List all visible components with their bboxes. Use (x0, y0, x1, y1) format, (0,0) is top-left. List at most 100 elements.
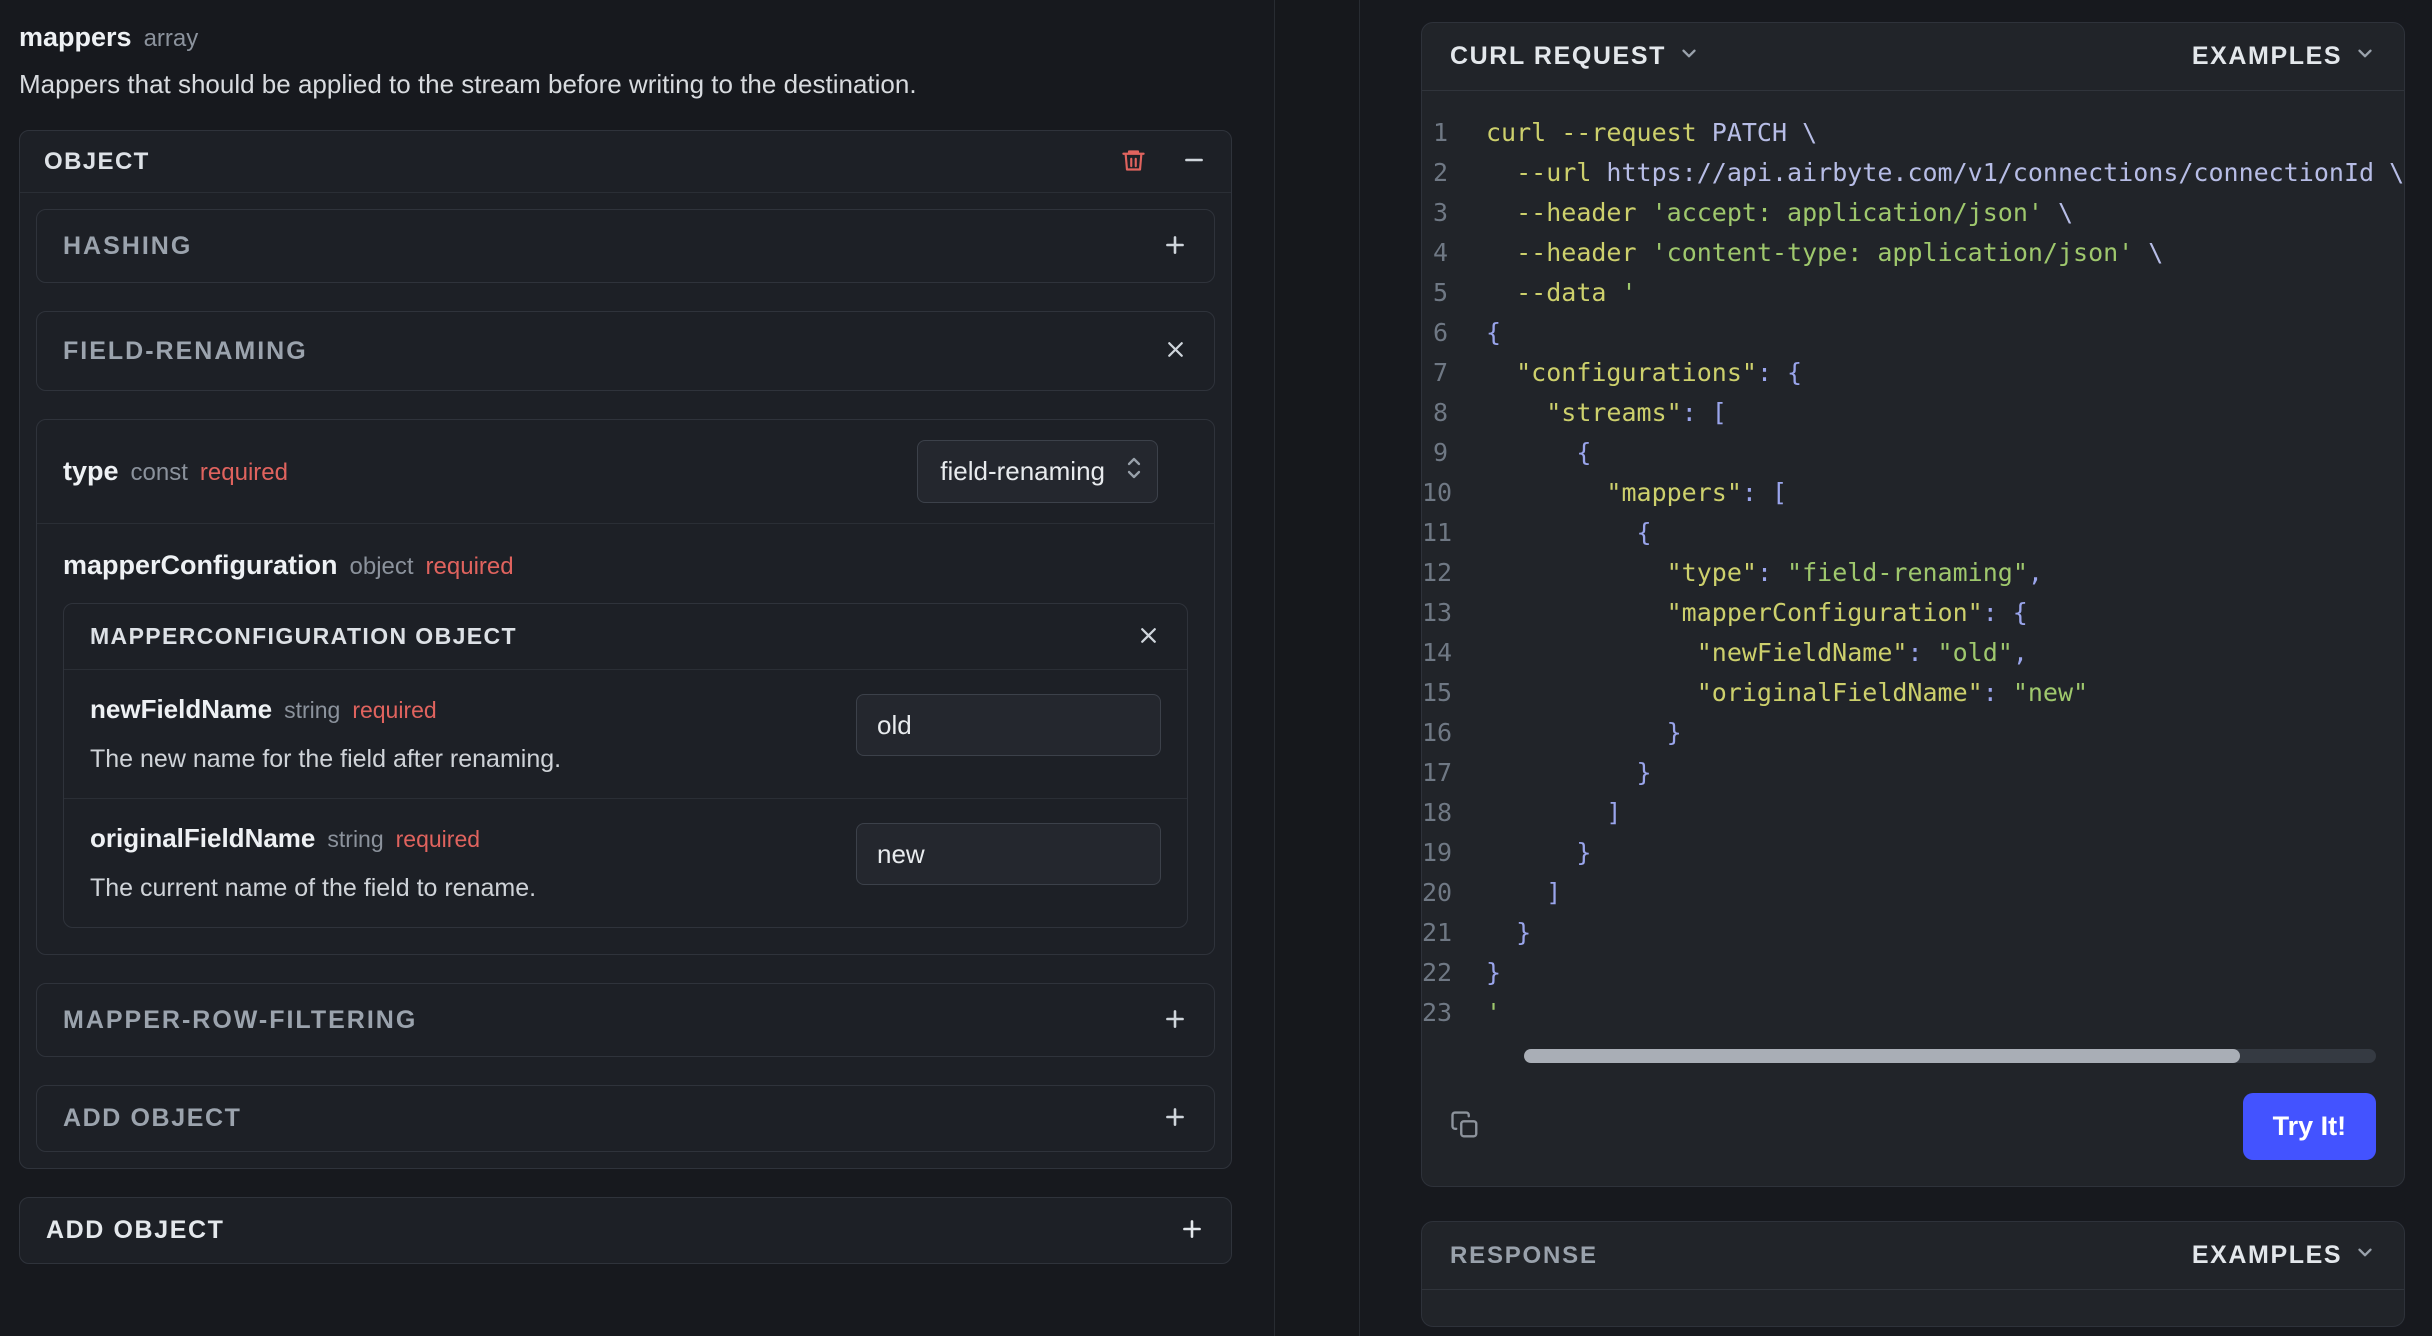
schema-panel: mappers array Mappers that should be app… (0, 0, 1275, 1336)
add-object-inner-button[interactable] (1162, 1104, 1188, 1133)
chevron-down-icon (2354, 42, 2376, 71)
line-number: 21 (1422, 918, 1453, 947)
code-line-content: ] (1606, 798, 1622, 827)
line-number: 8 (1432, 398, 1448, 427)
newfieldname-field-info: newFieldName string required The new nam… (90, 694, 561, 774)
line-number: 10 (1422, 478, 1453, 507)
mapperconfiguration-card: MAPPERCONFIGURATION OBJECT newFieldName … (63, 603, 1188, 928)
code-line-content: "configurations": { (1516, 358, 1803, 387)
hashing-section[interactable]: HASHING (36, 209, 1215, 283)
page: mappers array Mappers that should be app… (0, 0, 2432, 1336)
field-renaming-header[interactable]: FIELD-RENAMING (36, 311, 1215, 391)
expand-hashing-button[interactable] (1162, 232, 1188, 261)
close-icon (1163, 337, 1188, 365)
line-number: 12 (1422, 558, 1453, 587)
code-line: 16 } (1422, 713, 2404, 753)
type-field-kind: const (130, 459, 188, 486)
code-line: 15 "originalFieldName": "new" (1422, 673, 2404, 713)
examples-dropdown[interactable]: EXAMPLES (2192, 42, 2376, 71)
add-object-inner[interactable]: ADD OBJECT (36, 1085, 1215, 1152)
type-field-row: type const required field-renaming (37, 420, 1214, 524)
request-column: CURL REQUEST EXAMPLES 1 curl --request PA… (1360, 0, 2432, 1336)
add-object-outer[interactable]: ADD OBJECT (19, 1197, 1232, 1264)
copy-code-button[interactable] (1450, 1110, 1480, 1143)
originalfieldname-field-info: originalFieldName string required The cu… (90, 823, 536, 903)
code-line-content: curl --request PATCH \ (1486, 118, 1818, 147)
collapse-object-button[interactable] (1181, 147, 1207, 176)
field-renaming-title: FIELD-RENAMING (63, 336, 308, 365)
copy-icon (1450, 1110, 1480, 1143)
response-panel: RESPONSE EXAMPLES (1421, 1221, 2406, 1327)
close-mapperconfiguration-button[interactable] (1136, 623, 1161, 651)
code-footer: Try It! (1422, 1073, 2404, 1186)
field-type-badge: array (143, 25, 199, 52)
code-line-content: --header 'content-type: application/json… (1516, 238, 2164, 267)
code-line-content: } (1516, 918, 1532, 947)
code-line: 19 } (1422, 833, 2404, 873)
scrollbar-thumb[interactable] (1524, 1049, 2240, 1063)
code-line-content: "streams": [ (1546, 398, 1727, 427)
mapperconfiguration-card-title: MAPPERCONFIGURATION OBJECT (90, 623, 517, 649)
code-line-content: } (1576, 838, 1592, 867)
response-examples-dropdown[interactable]: EXAMPLES (2192, 1241, 2376, 1270)
plus-icon (1162, 232, 1188, 261)
mapper-row-filtering-section[interactable]: MAPPER-ROW-FILTERING (36, 983, 1215, 1057)
add-object-outer-button[interactable] (1179, 1216, 1205, 1245)
response-title: RESPONSE (1450, 1241, 1598, 1269)
curl-request-title: CURL REQUEST (1450, 42, 1666, 70)
code-line-content: { (1486, 318, 1502, 347)
originalfieldname-field-row: originalFieldName string required The cu… (64, 798, 1187, 927)
code-line: 17 } (1422, 753, 2404, 793)
curl-request-dropdown[interactable]: CURL REQUEST (1450, 42, 1700, 71)
type-select[interactable]: field-renaming (917, 440, 1158, 503)
line-number: 7 (1432, 358, 1448, 387)
examples-label: EXAMPLES (2191, 42, 2343, 70)
code-line-content: "type": "field-renaming", (1666, 558, 2043, 587)
code-line: 6{ (1422, 313, 2404, 353)
mapperconfiguration-kind: object (349, 553, 414, 580)
code-line: 11 { (1422, 513, 2404, 553)
delete-object-button[interactable] (1120, 147, 1147, 177)
chevron-down-icon (1678, 42, 1700, 71)
type-field-label: type const required (63, 456, 288, 487)
newfieldname-field-row: newFieldName string required The new nam… (64, 670, 1187, 798)
code-line-content: { (1636, 518, 1652, 547)
response-body (1422, 1290, 2404, 1326)
line-number: 15 (1422, 678, 1453, 707)
code-line-content: --url https://api.airbyte.com/v1/connect… (1516, 158, 2405, 187)
code-line-content: } (1486, 958, 1502, 987)
mapperconfiguration-card-header: MAPPERCONFIGURATION OBJECT (64, 604, 1187, 670)
field-name-mappers: mappers (19, 22, 132, 52)
code-line: 18 ] (1422, 793, 2404, 833)
add-object-inner-title: ADD OBJECT (63, 1104, 242, 1132)
code-line: 10 "mappers": [ (1422, 473, 2404, 513)
field-renaming-content: type const required field-renaming mappe… (36, 419, 1215, 955)
line-number: 22 (1422, 958, 1453, 987)
line-number: 1 (1432, 118, 1448, 147)
line-number: 13 (1422, 598, 1453, 627)
try-it-button[interactable]: Try It! (2242, 1093, 2377, 1160)
code-line: 7 "configurations": { (1422, 353, 2404, 393)
expand-mapper-row-filtering-button[interactable] (1162, 1006, 1188, 1035)
newfieldname-description: The new name for the field after renamin… (90, 745, 562, 773)
plus-icon (1179, 1216, 1205, 1245)
close-field-renaming-button[interactable] (1163, 337, 1188, 365)
object-card-actions (1120, 147, 1207, 177)
line-number: 11 (1422, 518, 1453, 547)
code-horizontal-scrollbar[interactable] (1524, 1049, 2377, 1063)
type-field-name: type (63, 456, 119, 486)
code-line: 21 } (1422, 913, 2404, 953)
line-number: 14 (1422, 638, 1453, 667)
line-number: 2 (1432, 158, 1448, 187)
originalfieldname-input[interactable] (856, 823, 1161, 885)
code-line-content: "mappers": [ (1606, 478, 1788, 507)
mapperconfiguration-name: mapperConfiguration (63, 550, 338, 580)
type-field-required: required (199, 459, 288, 486)
response-examples-label: EXAMPLES (2191, 1241, 2343, 1269)
newfieldname-input[interactable] (856, 694, 1161, 756)
line-number: 5 (1432, 278, 1448, 307)
trash-icon (1120, 147, 1147, 177)
mapper-row-filtering-title: MAPPER-ROW-FILTERING (63, 1005, 418, 1034)
object-card-header: OBJECT (20, 131, 1231, 193)
originalfieldname-required: required (395, 826, 481, 852)
